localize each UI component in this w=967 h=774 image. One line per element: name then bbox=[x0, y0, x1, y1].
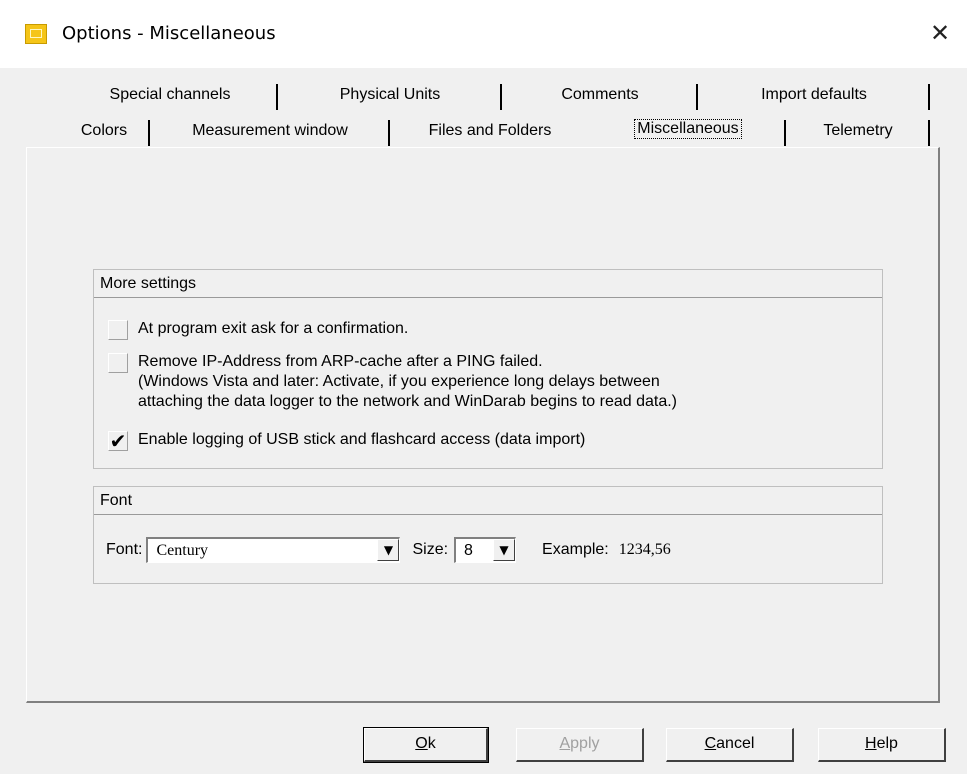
checkbox-exit-confirmation[interactable] bbox=[108, 320, 128, 340]
tab-label: Physical Units bbox=[339, 86, 441, 103]
checkbox-arp-cache[interactable] bbox=[108, 353, 128, 373]
title-bar: Options - Miscellaneous ✕ bbox=[0, 0, 967, 68]
help-button[interactable]: Help bbox=[818, 728, 946, 762]
tab-label: Files and Folders bbox=[428, 122, 552, 139]
tab-panel: More settings At program exit ask for a … bbox=[26, 147, 940, 703]
window-title: Options - Miscellaneous bbox=[62, 23, 276, 44]
checkbox-label: At program exit ask for a confirmation. bbox=[138, 320, 409, 337]
tab-label: Import defaults bbox=[761, 86, 867, 103]
tab-special-channels[interactable]: Special channels bbox=[62, 80, 278, 110]
ok-button-label: Ok bbox=[415, 735, 436, 752]
font-select[interactable]: Century ▼ bbox=[146, 537, 401, 563]
group-header: More settings bbox=[94, 270, 882, 298]
tab-label: Comments bbox=[561, 86, 639, 103]
help-button-label: Help bbox=[865, 735, 898, 752]
tab-miscellaneous[interactable]: Miscellaneous bbox=[590, 114, 786, 146]
tab-label: Colors bbox=[80, 122, 128, 139]
tab-label: Measurement window bbox=[192, 122, 348, 139]
tab-telemetry[interactable]: Telemetry bbox=[786, 116, 930, 146]
tab-label: Special channels bbox=[109, 86, 231, 103]
tab-label: Miscellaneous bbox=[634, 119, 742, 139]
example-value: 1234,56 bbox=[618, 541, 671, 558]
checkbox-note: (Windows Vista and later: Activate, if y… bbox=[138, 373, 660, 390]
tab-colors[interactable]: Colors bbox=[58, 116, 150, 146]
tab-measurement-window[interactable]: Measurement window bbox=[150, 116, 390, 146]
close-button[interactable]: ✕ bbox=[922, 18, 958, 48]
apply-button[interactable]: Apply bbox=[516, 728, 644, 762]
option-usb-logging: ✔ Enable logging of USB stick and flashc… bbox=[108, 430, 585, 451]
font-row: Font: Century ▼ Size: 8 ▼ Example: 1234,… bbox=[106, 537, 671, 563]
option-exit-confirmation: At program exit ask for a confirmation. bbox=[108, 319, 408, 340]
apply-button-label: Apply bbox=[559, 735, 600, 752]
option-arp-cache: Remove IP-Address from ARP-cache after a… bbox=[108, 352, 677, 412]
example-label: Example: bbox=[542, 541, 609, 558]
more-settings-group: More settings At program exit ask for a … bbox=[93, 269, 883, 469]
size-label: Size: bbox=[412, 541, 449, 558]
ok-button[interactable]: Ok bbox=[363, 727, 489, 763]
app-icon bbox=[25, 24, 47, 44]
chevron-down-icon[interactable]: ▼ bbox=[377, 539, 400, 561]
cancel-button[interactable]: Cancel bbox=[666, 728, 794, 762]
tab-physical-units[interactable]: Physical Units bbox=[278, 80, 502, 110]
tab-files-and-folders[interactable]: Files and Folders bbox=[390, 116, 590, 146]
size-select[interactable]: 8 ▼ bbox=[454, 537, 517, 563]
checkbox-usb-logging[interactable]: ✔ bbox=[108, 431, 128, 451]
tab-import-defaults[interactable]: Import defaults bbox=[698, 80, 930, 110]
font-group: Font Font: Century ▼ Size: 8 ▼ Example: … bbox=[93, 486, 883, 584]
tab-comments[interactable]: Comments bbox=[502, 80, 698, 110]
font-select-value: Century bbox=[156, 542, 209, 559]
cancel-button-label: Cancel bbox=[704, 735, 755, 752]
checkbox-label: Remove IP-Address from ARP-cache after a… bbox=[138, 353, 543, 370]
checkbox-note: attaching the data logger to the network… bbox=[138, 393, 678, 410]
size-select-value: 8 bbox=[464, 542, 473, 559]
font-label: Font: bbox=[106, 541, 143, 558]
tab-label: Telemetry bbox=[823, 122, 893, 139]
group-header: Font bbox=[94, 487, 882, 515]
chevron-down-icon[interactable]: ▼ bbox=[493, 539, 516, 561]
checkbox-label: Enable logging of USB stick and flashcar… bbox=[138, 431, 586, 448]
